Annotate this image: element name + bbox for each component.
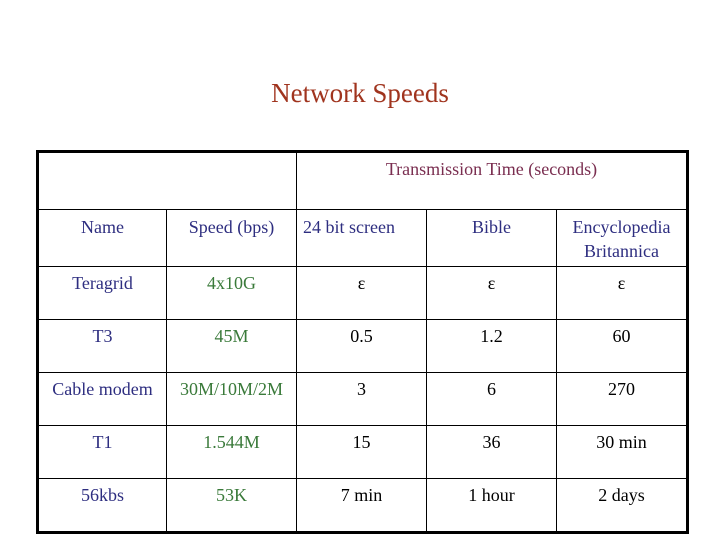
table-row: Cable modem 30M/10M/2M 3 6 270 [37, 372, 688, 426]
table-row: 56kbs 53K 7 min 1 hour 2 days [37, 478, 688, 533]
bible-time-cell: 1 hour [426, 478, 557, 533]
bible-time-cell: 6 [426, 372, 557, 426]
name-cell: T3 [37, 319, 167, 373]
britannica-time-cell: 30 min [556, 425, 688, 479]
name-cell: Cable modem [37, 372, 167, 426]
column-header-row: Name Speed (bps) 24 bit screen Bible Enc… [37, 209, 688, 267]
name-cell: Teragrid [37, 266, 167, 320]
table-row: T1 1.544M 15 36 30 min [37, 425, 688, 479]
screen-time-cell: 15 [296, 425, 427, 479]
table-row: Teragrid 4x10G ε ε ε [37, 266, 688, 320]
column-header-bible: Bible [426, 209, 557, 267]
column-header-name: Name [37, 209, 167, 267]
page-title: Network Speeds [271, 78, 449, 108]
speed-cell: 4x10G [166, 266, 297, 320]
column-header-screen: 24 bit screen [296, 209, 427, 267]
britannica-time-cell: 60 [556, 319, 688, 373]
screen-time-cell: 3 [296, 372, 427, 426]
britannica-time-cell: ε [556, 266, 688, 320]
speed-cell: 53K [166, 478, 297, 533]
group-header-row: Transmission Time (seconds) [37, 151, 688, 210]
screen-time-cell: 7 min [296, 478, 427, 533]
bible-time-cell: ε [426, 266, 557, 320]
bible-time-cell: 1.2 [426, 319, 557, 373]
speed-cell: 1.544M [166, 425, 297, 479]
table-row: T3 45M 0.5 1.2 60 [37, 319, 688, 373]
name-cell: 56kbs [37, 478, 167, 533]
screen-time-cell: 0.5 [296, 319, 427, 373]
screen-time-cell: ε [296, 266, 427, 320]
name-cell: T1 [37, 425, 167, 479]
speed-cell: 30M/10M/2M [166, 372, 297, 426]
empty-header-cell [37, 151, 297, 210]
column-header-speed: Speed (bps) [166, 209, 297, 267]
speed-cell: 45M [166, 319, 297, 373]
network-speeds-table: Transmission Time (seconds) Name Speed (… [36, 150, 689, 534]
britannica-time-cell: 270 [556, 372, 688, 426]
bible-time-cell: 36 [426, 425, 557, 479]
transmission-time-header: Transmission Time (seconds) [296, 151, 688, 210]
britannica-time-cell: 2 days [556, 478, 688, 533]
column-header-britannica: Encyclopedia Britannica [556, 209, 688, 267]
